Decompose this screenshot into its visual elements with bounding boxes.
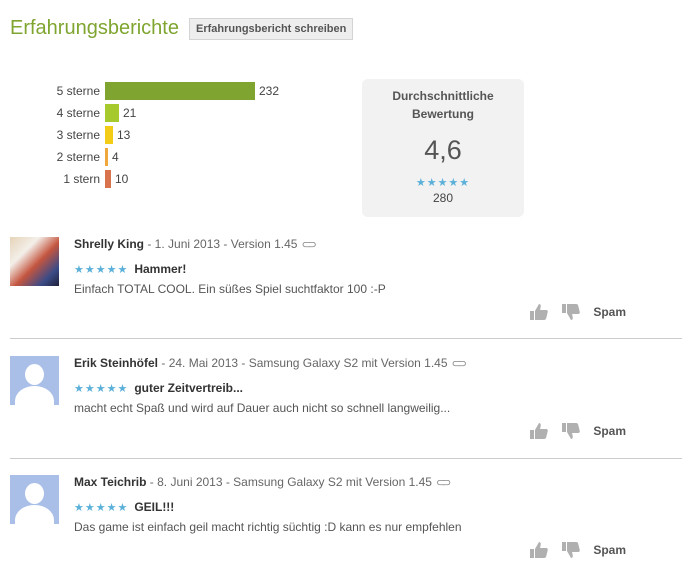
thumbs-down-icon[interactable] <box>561 422 581 440</box>
histogram-count: 21 <box>123 106 137 120</box>
histogram-row[interactable]: 2 sterne 4 <box>40 146 279 168</box>
star-icons: ★★★★★ <box>74 264 129 276</box>
review-text: Das game ist einfach geil macht richtig … <box>74 520 462 534</box>
review-header: Max Teichrib - 8. Juni 2013 - Samsung Ga… <box>74 475 452 489</box>
review-rating: ★★★★★ guter Zeitvertreib... <box>74 379 243 397</box>
page-title: Erfahrungsberichte <box>10 17 179 39</box>
histogram-label: 2 sterne <box>56 150 100 164</box>
histogram-label: 5 sterne <box>56 84 100 98</box>
review-header: Shrelly King - 1. Juni 2013 - Version 1.… <box>74 237 317 251</box>
write-review-button[interactable]: Erfahrungsbericht schreiben <box>188 17 354 40</box>
review-header: Erik Steinhöfel - 24. Mai 2013 - Samsung… <box>74 356 468 370</box>
histogram-count: 13 <box>117 128 131 142</box>
thumbs-down-icon[interactable] <box>561 303 581 321</box>
review-item: Erik Steinhöfel - 24. Mai 2013 - Samsung… <box>10 356 682 446</box>
thumbs-up-icon[interactable] <box>529 303 549 321</box>
review-author[interactable]: Shrelly King <box>74 237 144 251</box>
thumbs-up-icon[interactable] <box>529 541 549 559</box>
histogram-bar <box>105 126 113 144</box>
review-actions: Spam <box>529 303 626 321</box>
rating-count: 280 <box>432 191 454 205</box>
review-author[interactable]: Erik Steinhöfel <box>74 356 158 370</box>
review-rating: ★★★★★ Hammer! <box>74 260 186 278</box>
histogram-bar <box>105 148 108 166</box>
link-icon[interactable]: ⊂⊃ <box>452 357 468 370</box>
histogram-count: 4 <box>112 150 119 164</box>
avatar[interactable] <box>10 356 59 405</box>
divider <box>10 458 682 459</box>
histogram-label: 4 sterne <box>56 106 100 120</box>
review-meta: - 1. Juni 2013 - Version 1.45 <box>144 237 298 251</box>
star-icons: ★★★★★ <box>74 502 129 514</box>
star-icons: ★★★★★ <box>74 383 129 395</box>
divider <box>10 338 682 339</box>
review-text: macht echt Spaß und wird auf Dauer auch … <box>74 401 451 415</box>
avatar[interactable] <box>10 237 59 286</box>
reviews-header: Erfahrungsberichte Erfahrungsbericht sch… <box>10 17 354 40</box>
spam-button[interactable]: Spam <box>593 543 626 557</box>
review-actions: Spam <box>529 541 626 559</box>
histogram-count: 232 <box>259 84 280 98</box>
review-item: Max Teichrib - 8. Juni 2013 - Samsung Ga… <box>10 475 682 565</box>
review-rating: ★★★★★ GEIL!!! <box>74 498 174 516</box>
average-star-icons: ★★★★★ <box>415 177 471 189</box>
review-meta: - 24. Mai 2013 - Samsung Galaxy S2 mit V… <box>158 356 448 370</box>
histogram-bar <box>105 170 111 188</box>
average-rating-label: Durchschnittliche Bewertung <box>392 89 494 121</box>
histogram-bar <box>105 104 119 122</box>
thumbs-down-icon[interactable] <box>561 541 581 559</box>
link-icon[interactable]: ⊂⊃ <box>436 476 452 489</box>
histogram-bar <box>105 82 255 100</box>
histogram-count: 10 <box>115 172 129 186</box>
link-icon[interactable]: ⊂⊃ <box>301 238 317 251</box>
average-rating-value: 4,6 <box>424 135 462 165</box>
review-author[interactable]: Max Teichrib <box>74 475 146 489</box>
spam-button[interactable]: Spam <box>593 305 626 319</box>
review-title: GEIL!!! <box>134 500 175 514</box>
histogram-row[interactable]: 1 stern 10 <box>40 168 279 190</box>
review-actions: Spam <box>529 422 626 440</box>
review-item: Shrelly King - 1. Juni 2013 - Version 1.… <box>10 237 682 327</box>
review-meta: - 8. Juni 2013 - Samsung Galaxy S2 mit V… <box>146 475 432 489</box>
histogram-label: 1 stern <box>63 172 100 186</box>
avatar[interactable] <box>10 475 59 524</box>
histogram-label: 3 sterne <box>56 128 100 142</box>
average-rating-box: Durchschnittliche Bewertung 4,6 ★★★★★ 28… <box>362 79 524 217</box>
review-title: guter Zeitvertreib... <box>134 381 244 395</box>
review-title: Hammer! <box>134 262 187 276</box>
histogram-row[interactable]: 3 sterne 13 <box>40 124 279 146</box>
spam-button[interactable]: Spam <box>593 424 626 438</box>
thumbs-up-icon[interactable] <box>529 422 549 440</box>
histogram-row[interactable]: 5 sterne 232 <box>40 80 279 102</box>
rating-histogram: 5 sterne 232 4 sterne 21 3 sterne 13 2 s… <box>40 80 279 190</box>
review-text: Einfach TOTAL COOL. Ein süßes Spiel such… <box>74 282 386 296</box>
histogram-row[interactable]: 4 sterne 21 <box>40 102 279 124</box>
